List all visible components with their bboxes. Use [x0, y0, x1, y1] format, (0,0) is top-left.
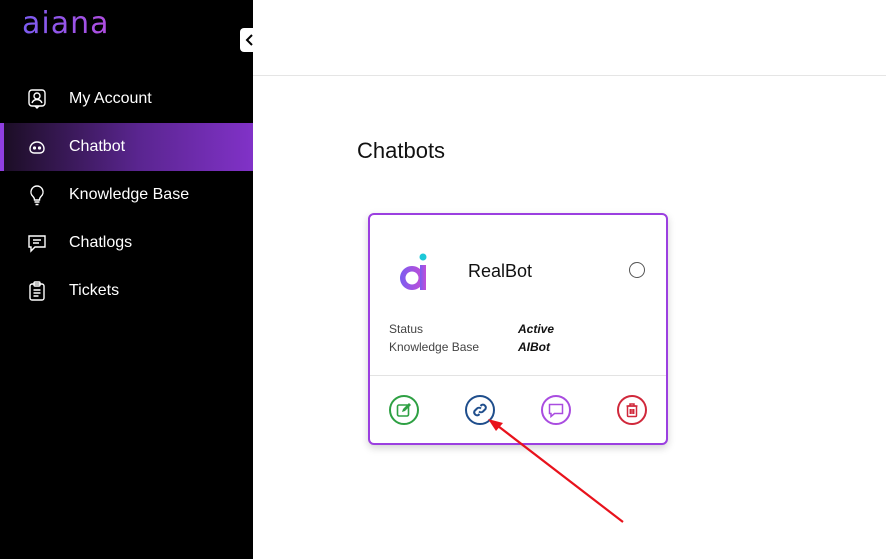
- bot-face-icon: [29, 141, 45, 154]
- sidebar-item-label: Tickets: [69, 282, 120, 299]
- sidebar-item-label: My Account: [69, 90, 152, 107]
- page-title: Chatbots: [357, 138, 446, 163]
- card-divider: [370, 375, 666, 376]
- edit-icon: [396, 403, 411, 417]
- sidebar-nav: My Account Chatbot Knowledge Base Chatlo…: [0, 75, 253, 315]
- chat-icon: [548, 403, 564, 418]
- sidebar-item-my-account[interactable]: My Account: [0, 75, 253, 123]
- chat-button[interactable]: [541, 395, 571, 425]
- edit-button[interactable]: [389, 395, 419, 425]
- clipboard-icon: [29, 281, 45, 301]
- status-value: Active: [518, 322, 555, 336]
- delete-button[interactable]: [617, 395, 647, 425]
- sidebar-item-chatbot[interactable]: Chatbot: [0, 123, 253, 171]
- chat-bubble-icon: [28, 235, 46, 253]
- user-badge-icon: [28, 89, 46, 109]
- sidebar-item-label: Chatlogs: [69, 234, 133, 251]
- bot-logo-icon: [400, 253, 427, 290]
- sidebar-item-label: Chatbot: [69, 138, 126, 155]
- trash-icon: [626, 403, 638, 418]
- top-header-bar: [253, 0, 886, 76]
- knowledge-base-label: Knowledge Base: [389, 340, 480, 354]
- sidebar-item-chatlogs[interactable]: Chatlogs: [0, 219, 253, 267]
- lightbulb-icon: [30, 185, 44, 206]
- bot-select-radio[interactable]: [629, 262, 645, 278]
- bot-name: RealBot: [468, 261, 533, 281]
- link-button[interactable]: [465, 395, 495, 425]
- sidebar-item-label: Knowledge Base: [69, 186, 190, 203]
- status-label: Status: [389, 322, 424, 336]
- chatbot-card: RealBot Status Active Knowledge Base AIB…: [368, 213, 668, 445]
- sidebar-item-knowledge-base[interactable]: Knowledge Base: [0, 171, 253, 219]
- knowledge-base-value: AIBot: [518, 340, 550, 354]
- sidebar-item-tickets[interactable]: Tickets: [0, 267, 253, 315]
- link-icon: [473, 403, 487, 417]
- app-logo: aiana: [22, 6, 110, 41]
- sidebar: aiana My Account Chatbot Knowledge Base …: [0, 0, 253, 559]
